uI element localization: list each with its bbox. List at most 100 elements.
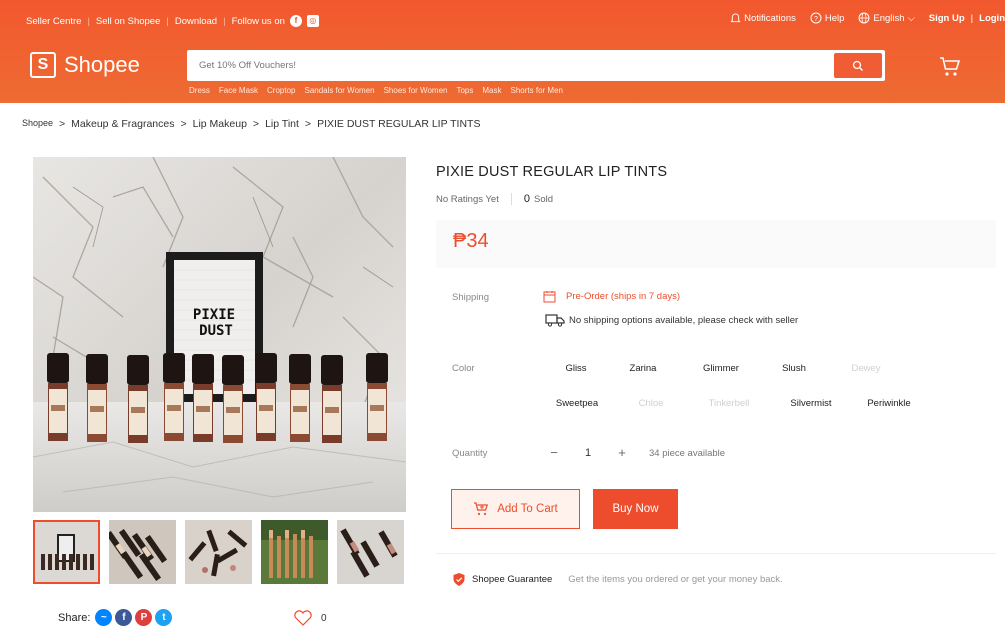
search-hint[interactable]: Shoes for Women bbox=[384, 86, 448, 95]
shipping-label: Shipping bbox=[452, 292, 489, 303]
favorite-count: 0 bbox=[321, 612, 327, 624]
shopping-cart-icon bbox=[940, 57, 961, 76]
rating-row: No Ratings Yet 0 Sold bbox=[436, 193, 553, 205]
shield-icon bbox=[453, 573, 465, 586]
sell-on-shopee-link[interactable]: Sell on Shopee bbox=[96, 16, 160, 27]
thumbnail-strip bbox=[33, 520, 404, 584]
color-option-gliss[interactable]: Gliss bbox=[553, 357, 599, 381]
breadcrumb-separator: > bbox=[304, 118, 312, 130]
search-hint[interactable]: Sandals for Women bbox=[304, 86, 374, 95]
thumbnail-5[interactable] bbox=[337, 520, 404, 584]
add-to-cart-label: Add To Cart bbox=[497, 503, 558, 515]
breadcrumb-item[interactable]: Makeup & Fragrances bbox=[71, 118, 174, 130]
color-label: Color bbox=[452, 363, 475, 374]
search-input[interactable] bbox=[187, 50, 833, 81]
stock-available: 34 piece available bbox=[649, 448, 726, 459]
preorder-text: Pre-Order (ships in 7 days) bbox=[566, 291, 681, 302]
divider: | bbox=[87, 15, 90, 27]
top-right-nav: Notifications ? Help English ⌵ Sign Up |… bbox=[730, 12, 1005, 24]
search-hint[interactable]: Dress bbox=[189, 86, 210, 95]
sold-count: 0 bbox=[523, 193, 530, 205]
signup-link[interactable]: Sign Up bbox=[929, 13, 965, 24]
buy-now-label: Buy Now bbox=[612, 503, 659, 515]
search-button[interactable] bbox=[834, 53, 882, 78]
language-selector[interactable]: English ⌵ bbox=[858, 12, 915, 24]
shopee-bag-icon: S bbox=[30, 52, 56, 78]
lip-tint-bottle bbox=[163, 353, 185, 441]
search-hint[interactable]: Mask bbox=[482, 86, 501, 95]
buy-now-button[interactable]: Buy Now bbox=[593, 489, 678, 529]
facebook-icon[interactable]: f bbox=[289, 15, 302, 27]
color-option-periwinkle[interactable]: Periwinkle bbox=[858, 392, 920, 416]
facebook-share-icon[interactable]: f bbox=[115, 609, 133, 626]
thumbnail-4[interactable] bbox=[261, 520, 328, 584]
product-price: ₱34 bbox=[453, 230, 489, 252]
share-label: Share: bbox=[58, 611, 91, 624]
search-hint[interactable]: Croptop bbox=[267, 86, 295, 95]
search-hint[interactable]: Face Mask bbox=[219, 86, 258, 95]
letter-board-text: DUST bbox=[199, 323, 233, 339]
lip-tint-bottle bbox=[47, 353, 69, 441]
share-row: Share: ~ f P t bbox=[58, 609, 173, 626]
quantity-input[interactable]: 1 bbox=[568, 441, 608, 465]
color-option-chloe: Chloe bbox=[638, 398, 664, 409]
quantity-stepper: − 1 + bbox=[540, 441, 636, 465]
guarantee-title: Shopee Guarantee bbox=[472, 574, 553, 585]
add-to-cart-button[interactable]: Add To Cart bbox=[451, 489, 580, 529]
breadcrumb-item[interactable]: Lip Makeup bbox=[193, 118, 247, 130]
breadcrumb-current: PIXIE DUST REGULAR LIP TINTS bbox=[317, 118, 481, 130]
product-photo: PIXIE DUST bbox=[33, 157, 406, 512]
product-main-image[interactable]: PIXIE DUST bbox=[33, 157, 406, 512]
instagram-icon[interactable]: ◎ bbox=[306, 15, 319, 27]
messenger-icon[interactable]: ~ bbox=[95, 609, 113, 626]
help-link[interactable]: ? Help bbox=[810, 12, 845, 24]
cart-button[interactable] bbox=[938, 56, 962, 83]
color-option-sweetpea[interactable]: Sweetpea bbox=[549, 392, 605, 416]
breadcrumb-separator: > bbox=[252, 118, 260, 130]
color-option-dewey: Dewey bbox=[851, 363, 881, 374]
breadcrumb-separator: > bbox=[180, 118, 187, 130]
download-link[interactable]: Download bbox=[175, 16, 217, 27]
shopee-guarantee[interactable]: Shopee Guarantee Get the items you order… bbox=[452, 572, 783, 587]
chevron-down-icon: ⌵ bbox=[907, 12, 915, 24]
lip-tint-bottle bbox=[366, 353, 388, 441]
preorder-info: Pre-Order (ships in 7 days) bbox=[543, 290, 680, 303]
color-option-tinkerbell: Tinkerbell bbox=[708, 398, 750, 409]
lip-tint-bottle bbox=[192, 354, 214, 442]
seller-centre-link[interactable]: Seller Centre bbox=[26, 16, 81, 27]
breadcrumb-item[interactable]: Shopee bbox=[22, 118, 53, 130]
language-label: English bbox=[873, 12, 905, 24]
notifications-label: Notifications bbox=[744, 12, 796, 24]
header: Seller Centre | Sell on Shopee | Downloa… bbox=[0, 0, 1005, 103]
shopee-logo[interactable]: S Shopee bbox=[30, 52, 140, 78]
divider: | bbox=[970, 12, 974, 24]
price-section: ₱34 bbox=[436, 220, 996, 268]
quantity-decrease-button[interactable]: − bbox=[540, 441, 568, 465]
twitter-icon[interactable]: t bbox=[155, 609, 173, 626]
thumbnail-1[interactable] bbox=[33, 520, 100, 584]
color-option-zarina[interactable]: Zarina bbox=[622, 357, 664, 381]
follow-us-label: Follow us on bbox=[231, 15, 285, 27]
notifications-link[interactable]: Notifications bbox=[730, 13, 796, 24]
pinterest-icon[interactable]: P bbox=[135, 609, 153, 626]
globe-icon bbox=[858, 12, 870, 24]
divider bbox=[436, 553, 996, 554]
ratings-status: No Ratings Yet bbox=[436, 193, 499, 205]
login-link[interactable]: Login bbox=[979, 13, 1005, 24]
svg-text:?: ? bbox=[814, 16, 818, 23]
favorite-button[interactable]: 0 bbox=[293, 610, 327, 626]
thumbnail-3[interactable] bbox=[185, 520, 252, 584]
color-option-slush[interactable]: Slush bbox=[768, 357, 820, 381]
search-hint[interactable]: Shorts for Men bbox=[511, 86, 563, 95]
color-option-glimmer[interactable]: Glimmer bbox=[690, 357, 752, 381]
lip-tint-bottle bbox=[222, 355, 244, 443]
no-shipping-text: No shipping options available, please ch… bbox=[569, 314, 799, 326]
breadcrumb-separator: > bbox=[59, 118, 66, 130]
search-hint[interactable]: Tops bbox=[456, 86, 473, 95]
thumbnail-2[interactable] bbox=[109, 520, 176, 584]
breadcrumb-item[interactable]: Lip Tint bbox=[265, 118, 299, 130]
help-label: Help bbox=[824, 12, 845, 24]
quantity-increase-button[interactable]: + bbox=[608, 441, 636, 465]
lip-tint-bottle bbox=[321, 355, 343, 443]
color-option-silvermist[interactable]: Silvermist bbox=[780, 392, 842, 416]
